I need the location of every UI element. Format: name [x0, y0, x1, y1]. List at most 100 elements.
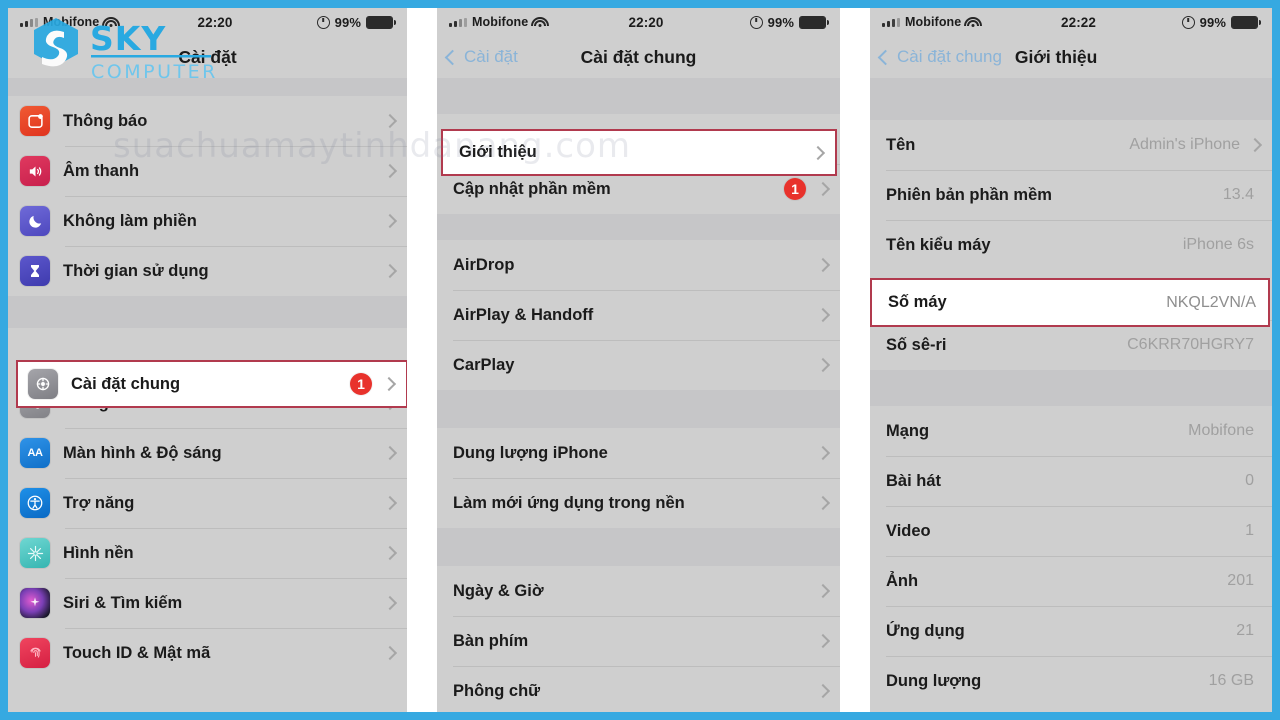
chevron-right-icon	[382, 163, 398, 179]
nav-bar-settings: Cài đặt	[8, 36, 407, 78]
battery-icon	[1231, 15, 1261, 29]
list-item[interactable]: Ngày & Giờ	[437, 566, 840, 616]
list-item[interactable]: Tên Admin's iPhone	[870, 120, 1272, 170]
screen-time-icon	[20, 256, 50, 286]
general-group-4: Ngày & Giờ Bàn phím Phông chữ	[437, 566, 840, 712]
list-item-value: iPhone 6s	[1182, 236, 1254, 253]
back-button[interactable]: Cài đặt	[437, 47, 518, 67]
list-item[interactable]: Làm mới ứng dụng trong nền	[437, 478, 840, 528]
list-item[interactable]: AA Màn hình & Độ sáng	[8, 428, 407, 478]
status-badge: 1	[784, 178, 806, 200]
chevron-right-icon	[815, 181, 831, 197]
list-item-label: AirDrop	[453, 255, 515, 274]
accessibility-icon	[20, 488, 50, 518]
list-item[interactable]: Bàn phím	[437, 616, 840, 666]
carrier-label: Mobifone	[43, 15, 100, 29]
clock-label: 22:22	[1060, 14, 1097, 30]
list-item-label: Phông chữ	[453, 681, 541, 700]
panel-gap	[407, 8, 437, 712]
list-item: Mạng Mobifone	[870, 406, 1272, 456]
list-item[interactable]: AirPlay & Handoff	[437, 290, 840, 340]
list-item-label: Touch ID & Mật mã	[63, 643, 211, 662]
chevron-right-icon	[815, 683, 831, 699]
list-item: Video 1	[870, 506, 1272, 556]
nav-bar-about: Cài đặt chung Giới thiệu	[870, 36, 1272, 78]
list-item[interactable]: Touch ID & Mật mã	[8, 628, 407, 678]
notifications-icon	[20, 106, 50, 136]
section-spacer	[870, 78, 1272, 120]
chevron-right-icon	[382, 113, 398, 129]
wifi-icon	[964, 16, 983, 28]
list-item-model-number: Số máy NKQL2VN/A	[872, 280, 1268, 325]
status-bar-right: 99%	[708, 15, 829, 30]
list-item: Ứng dụng 21	[870, 606, 1272, 656]
screenshot-canvas: Mobifone 22:20 99% Cài đặt Thông báo Âm …	[8, 8, 1272, 712]
highlight-box-general-settings: Cài đặt chung 1	[16, 360, 407, 408]
chevron-right-icon	[815, 445, 831, 461]
list-item: Bài hát 0	[870, 456, 1272, 506]
section-spacer	[437, 214, 840, 240]
list-item: Số sê-ri C6KRR70HGRY7	[870, 320, 1272, 370]
list-item[interactable]: Dung lượng iPhone	[437, 428, 840, 478]
list-item-about[interactable]: Giới thiệu	[443, 131, 835, 174]
carrier-label: Mobifone	[905, 15, 962, 29]
list-item-label: CarPlay	[453, 355, 515, 374]
list-item-label: Số máy	[888, 293, 947, 311]
outer-blue-frame: Mobifone 22:20 99% Cài đặt Thông báo Âm …	[0, 0, 1280, 720]
list-item-label: Cập nhật phần mềm	[453, 179, 611, 198]
list-item[interactable]: Thời gian sử dụng	[8, 246, 407, 296]
list-item-label: Ngày & Giờ	[453, 581, 544, 600]
clock-label: 22:20	[628, 14, 664, 30]
list-item-label: Hình nền	[63, 543, 134, 562]
do-not-disturb-icon	[20, 206, 50, 236]
sidebar-item-general-settings[interactable]: Cài đặt chung 1	[18, 362, 406, 406]
section-spacer	[8, 296, 407, 328]
list-item-label: Tên	[886, 135, 916, 154]
wallpaper-icon	[20, 538, 50, 568]
back-button[interactable]: Cài đặt chung Giới thiệu	[870, 47, 1097, 68]
chevron-right-icon	[382, 445, 398, 461]
display-brightness-icon: AA	[20, 438, 50, 468]
list-item[interactable]: Phông chữ	[437, 666, 840, 712]
list-item-label: Thông báo	[63, 111, 148, 130]
list-item[interactable]: Không làm phiền	[8, 196, 407, 246]
list-item[interactable]: Thông báo	[8, 96, 407, 146]
chevron-right-icon	[815, 257, 831, 273]
list-item-label: AirPlay & Handoff	[453, 305, 594, 324]
list-item-value: 1	[1245, 522, 1254, 539]
list-item[interactable]: Trợ năng	[8, 478, 407, 528]
list-item-label: Số sê-ri	[886, 335, 947, 354]
carrier-label: Mobifone	[472, 15, 529, 29]
list-item-label: Thời gian sử dụng	[63, 261, 209, 280]
chevron-right-icon	[382, 545, 398, 561]
list-item[interactable]: Âm thanh	[8, 146, 407, 196]
signal-strength-icon	[20, 17, 38, 27]
list-item[interactable]: Siri & Tìm kiếm	[8, 578, 407, 628]
page-title: Giới thiệu	[1014, 46, 1098, 67]
chevron-right-icon	[815, 495, 831, 511]
list-item[interactable]: Hình nền	[8, 528, 407, 578]
list-item[interactable]: CarPlay	[437, 340, 840, 390]
list-item-value: C6KRR70HGRY7	[1127, 336, 1254, 353]
highlight-box-model-number: Số máy NKQL2VN/A	[870, 278, 1270, 327]
chevron-left-icon	[877, 49, 894, 65]
highlight-box-about: Giới thiệu	[441, 129, 837, 176]
section-spacer	[437, 390, 840, 428]
general-settings-icon	[28, 369, 58, 399]
chevron-right-icon	[382, 213, 398, 229]
list-item-label: Bài hát	[886, 471, 942, 490]
display-brightness-glyph: AA	[27, 447, 43, 459]
list-item-label: Mạng	[886, 421, 930, 440]
status-bar-left: Mobifone	[882, 15, 1017, 29]
list-item-label: Phiên bản phần mềm	[886, 185, 1052, 204]
battery-percent-label: 99%	[1199, 14, 1226, 30]
back-button-label: Cài đặt chung	[897, 47, 1002, 66]
list-item: Dung lượng 16 GB	[870, 656, 1272, 706]
list-item-label: Siri & Tìm kiếm	[63, 593, 183, 612]
list-item-value: 0	[1245, 472, 1254, 489]
rotation-lock-icon	[316, 15, 330, 29]
list-item[interactable]: AirDrop	[437, 240, 840, 290]
general-group-2: AirDrop AirPlay & Handoff CarPlay	[437, 240, 840, 390]
phone-screen-settings: Mobifone 22:20 99% Cài đặt Thông báo Âm …	[8, 8, 407, 712]
list-item-value: Admin's iPhone	[1129, 136, 1240, 153]
